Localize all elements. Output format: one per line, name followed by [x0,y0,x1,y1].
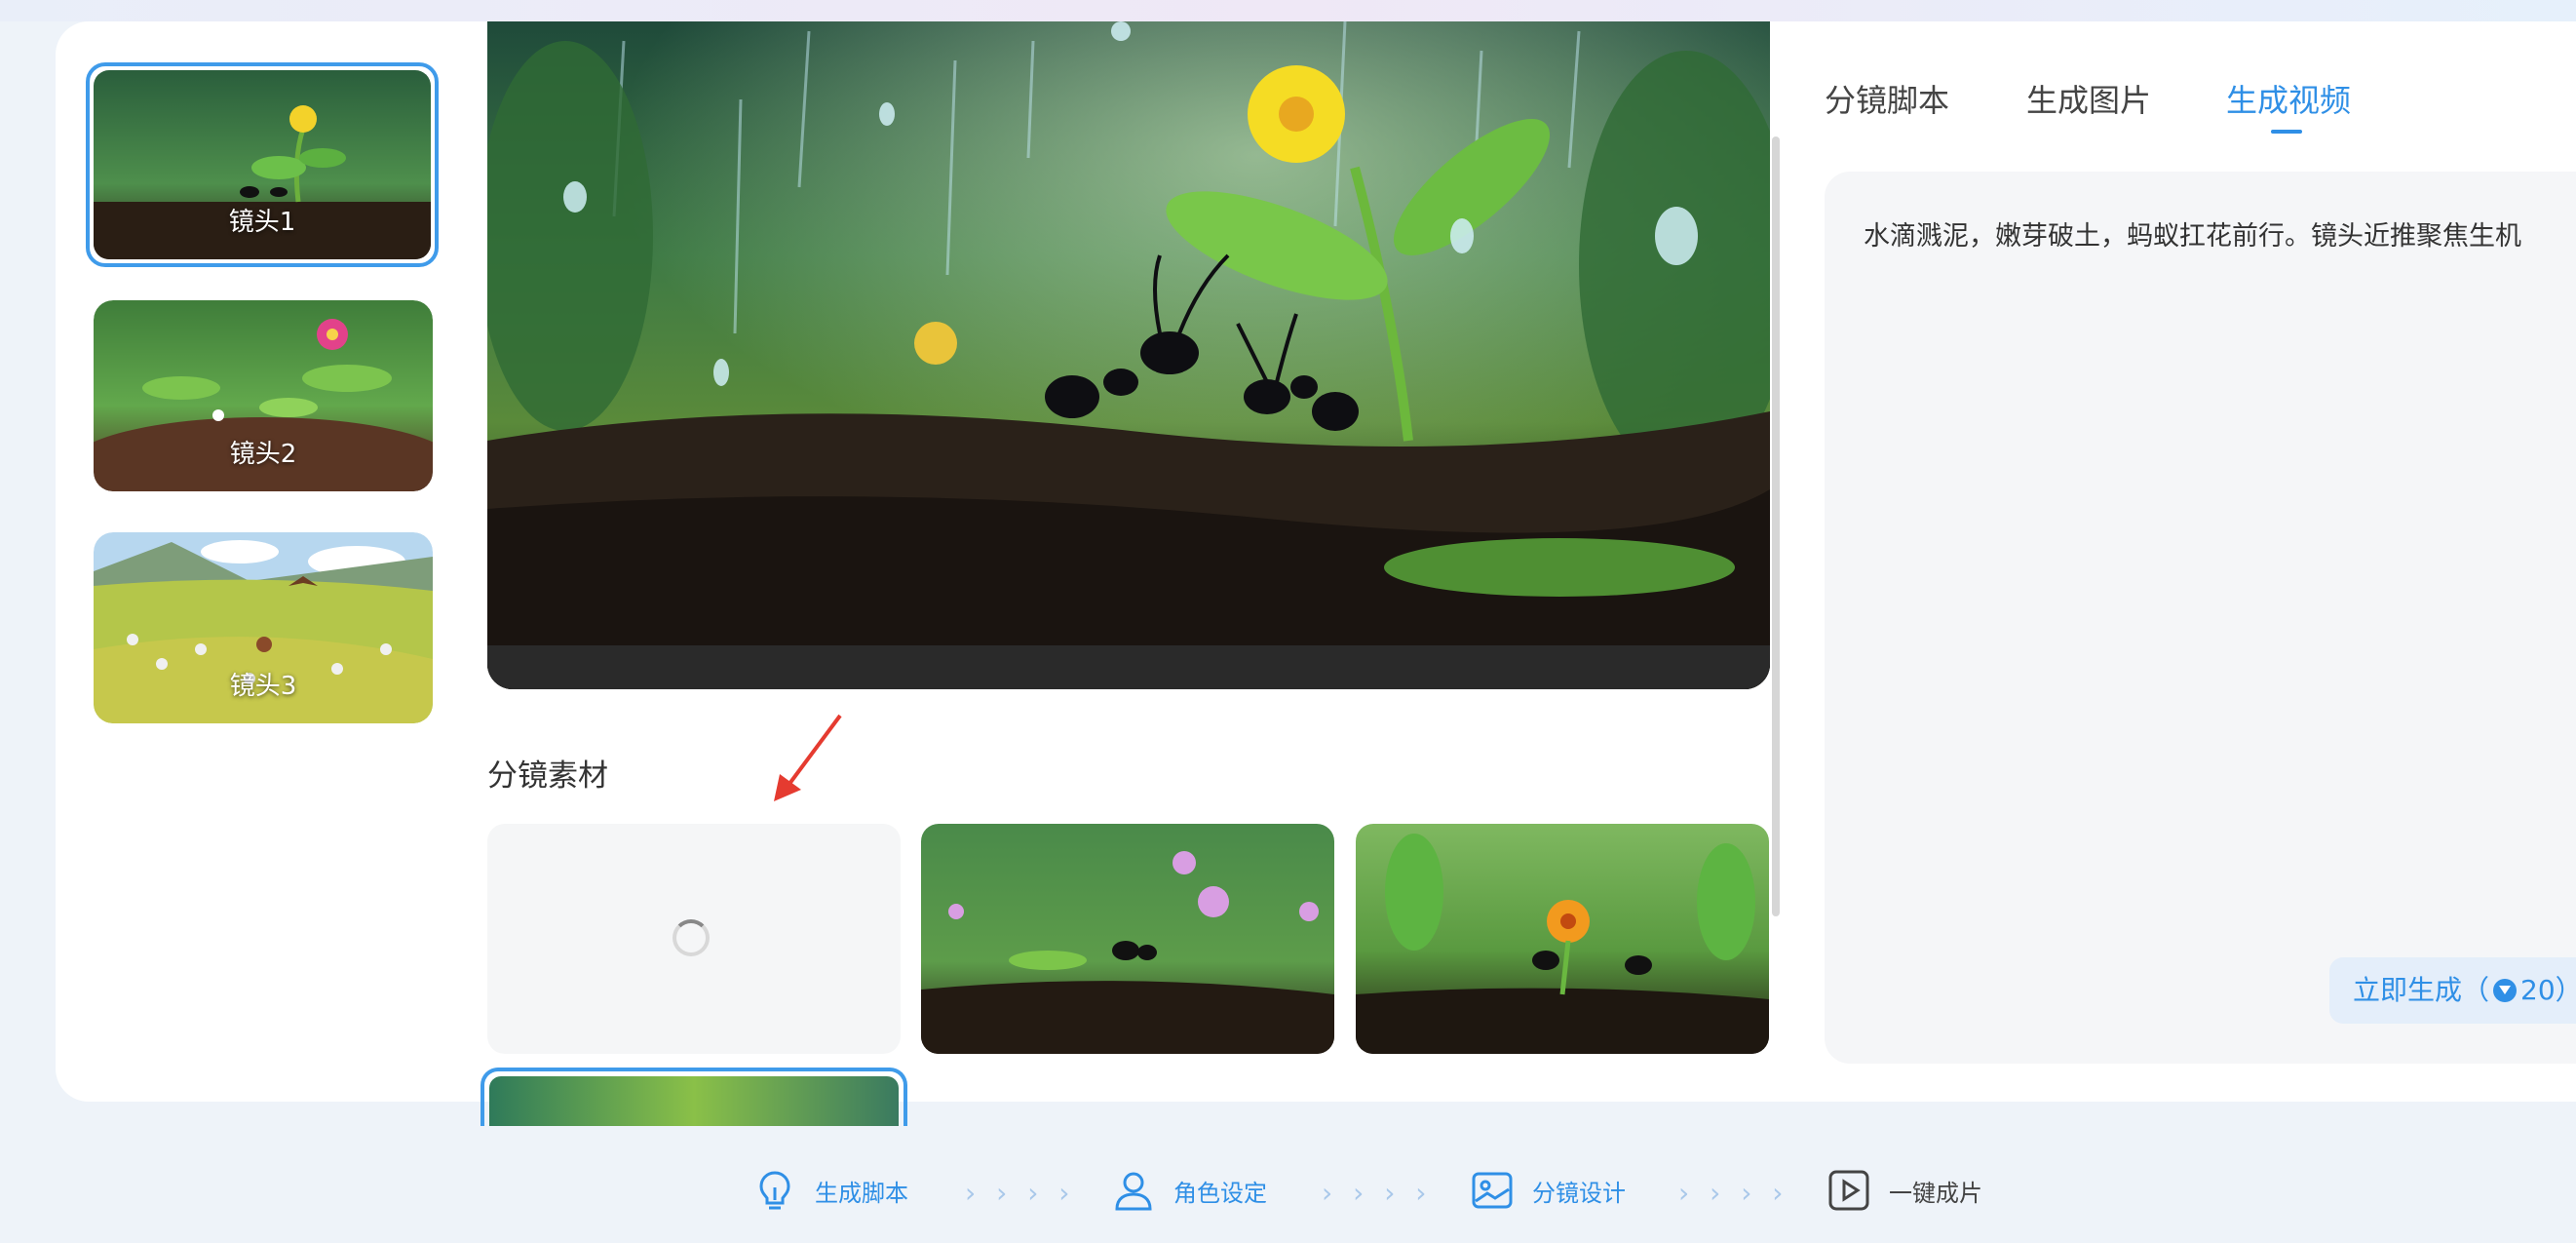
main-preview-image [487,21,1770,689]
step-label: 分镜设计 [1532,1179,1626,1207]
step-separator: › › › › [965,1177,1076,1209]
generate-now-button[interactable]: 立即生成（ 20） [2329,957,2576,1024]
active-tab-indicator [2271,130,2302,134]
step-storyboard-design[interactable]: 分镜设计 [1470,1165,1626,1216]
step-label: 生成脚本 [815,1179,908,1207]
tab-generate-image[interactable]: 生成图片 [2026,76,2151,121]
red-arrow-annotation [774,714,842,801]
shot-thumb-2[interactable]: 镜头2 [94,300,433,491]
step-one-click-video[interactable]: 一键成片 [1826,1165,1982,1216]
play-icon [1828,1170,1869,1211]
step-generate-script[interactable]: 生成脚本 [752,1165,908,1216]
material-loading-card [487,824,901,1054]
step-separator: › › › › [1322,1177,1433,1209]
loading-spinner-icon [673,919,710,956]
content-scrollbar[interactable] [1772,136,1780,916]
material-image-1[interactable] [921,824,1334,1054]
preview-illustration [487,21,1770,689]
section-title: 分镜素材 [487,758,608,794]
tab-generate-video[interactable]: 生成视频 [2226,76,2351,121]
prompt-text: 水滴溅泥，嫩芽破土，蚂蚁扛花前行。镜头近推聚焦生机 [1864,221,2521,252]
shot-image-3: 镜头3 [94,532,433,723]
step-character-setting[interactable]: 角色设定 [1111,1165,1267,1216]
shot-thumb-3[interactable]: 镜头3 [94,532,433,723]
shot-image-1: 镜头1 [94,70,431,259]
shot-label: 镜头1 [228,208,296,237]
tab-storyboard-script[interactable]: 分镜脚本 [1825,76,1949,121]
step-separator: › › › › [1678,1177,1789,1209]
prompt-textarea[interactable]: 水滴溅泥，嫩芽破土，蚂蚁扛花前行。镜头近推聚焦生机 [1825,172,2576,1064]
top-gradient-strip [0,0,2576,21]
material-1-illustration [921,824,1334,1054]
user-icon [1115,1172,1152,1211]
shot-image-2: 镜头2 [94,300,433,491]
material-selected-image [489,1076,899,1126]
storyboard-icon [1472,1172,1513,1209]
material-2-illustration [1356,824,1769,1054]
material-image-2[interactable] [1356,824,1769,1054]
shot-label: 镜头2 [229,440,297,469]
coin-icon [2493,979,2518,1002]
shot-label: 镜头3 [229,672,297,701]
material-selected-card[interactable] [481,1068,907,1126]
generate-cost-label: 20） [2520,974,2576,1006]
lightbulb-icon [759,1171,790,1210]
step-label: 角色设定 [1173,1179,1267,1207]
generate-button-label: 立即生成（ [2353,974,2490,1006]
shot-thumb-1[interactable]: 镜头1 [86,62,439,267]
step-label: 一键成片 [1889,1179,1982,1207]
